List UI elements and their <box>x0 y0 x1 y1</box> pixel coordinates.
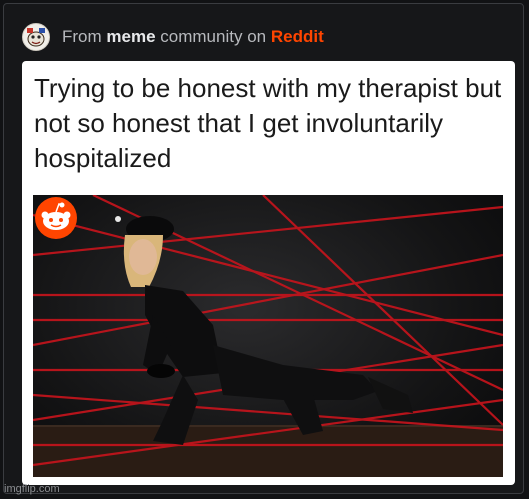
reddit-snoo-icon <box>35 197 77 239</box>
imgflip-watermark: imgflip.com <box>4 483 60 495</box>
community-link[interactable]: meme <box>106 27 155 46</box>
laser-beams <box>33 195 503 467</box>
from-label: From <box>62 27 102 46</box>
community-avatar[interactable] <box>22 23 50 51</box>
reddit-link[interactable]: Reddit <box>271 27 324 46</box>
embed-source-text: From meme community on Reddit <box>62 27 324 47</box>
embed-header: From meme community on Reddit <box>22 23 324 51</box>
meme-caption: Trying to be honest with my therapist bu… <box>34 73 502 173</box>
reddit-embed: From meme community on Reddit Trying to … <box>3 3 524 494</box>
meme-photo <box>33 195 503 477</box>
crouching-figure <box>115 216 413 445</box>
meme-card[interactable]: Trying to be honest with my therapist bu… <box>22 61 515 485</box>
community-on-label: community on <box>160 27 267 46</box>
laser-scene-illustration <box>33 195 503 477</box>
